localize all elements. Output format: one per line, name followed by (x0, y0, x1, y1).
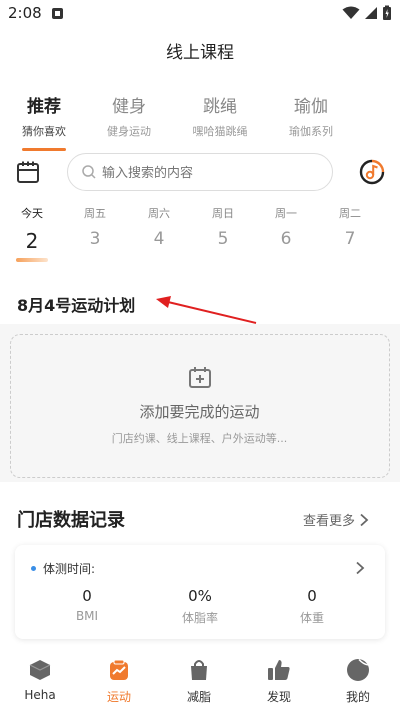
day-name: 今天 (21, 207, 43, 220)
metric-label: 体重 (299, 611, 324, 625)
battery-icon (383, 5, 391, 20)
tab-label: 跳绳 (203, 97, 237, 117)
activity-icon (110, 659, 128, 680)
tab-fitness[interactable]: 健身 健身运动 (89, 92, 169, 139)
body-test-card[interactable]: 体测时间: 0 BMI 0% 体脂率 0 体重 (15, 545, 385, 639)
add-exercise-subtitle: 门店约课、线上课程、户外运动等... (111, 432, 288, 445)
metric-bmi: 0 BMI (47, 587, 127, 623)
nav-item-heha[interactable]: Heha (10, 658, 70, 702)
view-more-link[interactable]: 查看更多 (303, 510, 369, 529)
info-dot (31, 566, 36, 571)
add-exercise-title: 添加要完成的运动 (139, 403, 260, 421)
metric-value: 0 (82, 587, 92, 605)
status-time: 2:08 (8, 4, 42, 22)
nav-label: 我的 (345, 690, 370, 704)
tab-sublabel: 猜你喜欢 (22, 125, 66, 138)
cube-icon (29, 660, 51, 680)
day-name: 周二 (339, 207, 361, 220)
calendar-icon[interactable] (16, 160, 40, 184)
nav-item-profile[interactable]: 我的 (328, 658, 388, 705)
day-item[interactable]: 周六 4 (139, 205, 179, 249)
page-title: 线上课程 (166, 43, 234, 63)
tab-sublabel: 健身运动 (107, 125, 151, 138)
day-name: 周五 (84, 207, 106, 220)
day-item[interactable]: 周二 7 (330, 205, 370, 249)
shopping-bag-icon (191, 660, 207, 680)
metric-label: 体脂率 (181, 611, 218, 625)
body-test-label: 体测时间: (43, 562, 96, 576)
tab-label: 健身 (112, 97, 146, 117)
view-more-label: 查看更多 (303, 514, 356, 529)
tab-yoga[interactable]: 瑜伽 瑜伽系列 (271, 92, 351, 139)
nav-label: 运动 (106, 690, 131, 704)
search-bar[interactable] (67, 153, 333, 191)
metric-body-fat: 0% 体脂率 (160, 587, 240, 626)
notification-icon (52, 8, 63, 19)
metric-value: 0 (307, 587, 317, 605)
day-number: 5 (217, 229, 229, 249)
music-disc-icon[interactable] (358, 158, 386, 186)
selected-day-indicator (16, 258, 48, 262)
day-item[interactable]: 周一 6 (266, 205, 306, 249)
tab-jump-rope[interactable]: 跳绳 嘿哈猫跳绳 (180, 92, 260, 139)
category-tabs: 推荐 猜你喜欢 健身 健身运动 跳绳 嘿哈猫跳绳 瑜伽 瑜伽系列 (0, 92, 400, 152)
signal-icon (365, 7, 377, 19)
chevron-right-icon (360, 513, 369, 526)
metric-value: 0% (188, 587, 212, 605)
day-item[interactable]: 周日 5 (203, 205, 243, 249)
bottom-nav: Heha 运动 减脂 发现 我的 (0, 652, 400, 712)
nav-item-fat-loss[interactable]: 减脂 (169, 658, 229, 705)
tab-sublabel: 嘿哈猫跳绳 (192, 125, 248, 138)
day-name: 周六 (148, 207, 170, 220)
metric-label: BMI (75, 609, 99, 623)
day-name: 周日 (212, 207, 234, 220)
plan-title: 8月4号运动计划 (17, 296, 136, 315)
chevron-right-icon (356, 561, 365, 575)
search-input[interactable] (102, 163, 322, 183)
tab-recommended[interactable]: 推荐 猜你喜欢 (4, 92, 84, 139)
day-number: 4 (153, 229, 165, 249)
nav-label: 减脂 (186, 690, 211, 704)
nav-item-exercise[interactable]: 运动 (89, 658, 149, 705)
nav-label: Heha (24, 688, 56, 702)
nav-label: 发现 (266, 690, 291, 704)
day-name: 周一 (275, 207, 297, 220)
day-item-today[interactable]: 今天 2 (12, 205, 52, 253)
status-bar: 2:08 (0, 0, 400, 28)
nav-item-discover[interactable]: 发现 (249, 658, 309, 705)
day-number: 6 (280, 229, 292, 249)
tab-label: 瑜伽 (294, 97, 328, 117)
status-icons (342, 5, 392, 21)
active-tab-indicator (22, 148, 66, 151)
profile-icon (347, 659, 369, 681)
day-number: 7 (344, 229, 356, 249)
day-number: 2 (25, 229, 39, 253)
wifi-icon (342, 6, 360, 19)
day-selector: 今天 2 周五 3 周六 4 周日 5 周一 6 周二 7 (0, 205, 400, 267)
metric-weight: 0 体重 (272, 587, 352, 626)
thumbs-up-icon (268, 660, 290, 680)
tab-label: 推荐 (27, 97, 61, 117)
search-icon (82, 165, 96, 179)
calendar-add-icon (189, 367, 211, 388)
add-exercise-card[interactable]: 添加要完成的运动 门店约课、线上课程、户外运动等... (10, 334, 390, 478)
tab-sublabel: 瑜伽系列 (289, 125, 333, 138)
section-title: 门店数据记录 (17, 510, 125, 531)
day-item[interactable]: 周五 3 (75, 205, 115, 249)
day-number: 3 (89, 229, 101, 249)
